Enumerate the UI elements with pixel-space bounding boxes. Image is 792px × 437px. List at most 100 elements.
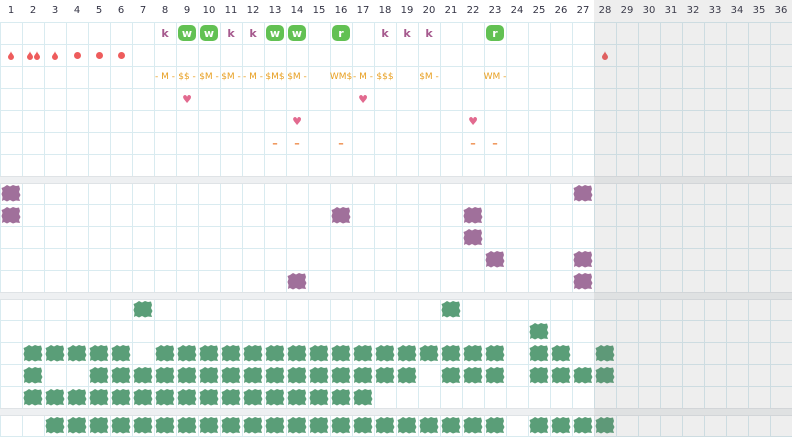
teal-blob[interactable] (132, 364, 154, 386)
teal-blob[interactable] (484, 364, 506, 386)
teal-blob[interactable] (352, 386, 374, 408)
purple-blob[interactable] (462, 204, 484, 226)
teal-blob[interactable] (286, 414, 308, 436)
teal-blob[interactable] (528, 364, 550, 386)
teal-blob[interactable] (198, 364, 220, 386)
teal-blob[interactable] (264, 364, 286, 386)
letter-badge[interactable]: r (330, 22, 352, 44)
purple-blob[interactable] (462, 226, 484, 248)
purple-blob[interactable] (330, 204, 352, 226)
letter-k[interactable]: k (374, 22, 396, 44)
letter-badge[interactable]: r (484, 22, 506, 44)
teal-blob[interactable] (374, 342, 396, 364)
teal-blob[interactable] (220, 364, 242, 386)
letter-badge[interactable]: w (286, 22, 308, 44)
teal-blob[interactable] (154, 386, 176, 408)
teal-blob[interactable] (88, 364, 110, 386)
purple-blob[interactable] (572, 182, 594, 204)
teal-blob[interactable] (176, 364, 198, 386)
teal-blob[interactable] (374, 364, 396, 386)
teal-blob[interactable] (418, 414, 440, 436)
teal-blob[interactable] (594, 342, 616, 364)
teal-blob[interactable] (594, 364, 616, 386)
teal-blob[interactable] (44, 386, 66, 408)
teal-blob[interactable] (440, 342, 462, 364)
teal-blob[interactable] (66, 386, 88, 408)
letter-k[interactable]: k (418, 22, 440, 44)
letter-badge[interactable]: w (264, 22, 286, 44)
teal-blob[interactable] (308, 342, 330, 364)
teal-blob[interactable] (330, 386, 352, 408)
teal-blob[interactable] (286, 386, 308, 408)
teal-blob[interactable] (330, 342, 352, 364)
teal-blob[interactable] (484, 342, 506, 364)
teal-blob[interactable] (88, 386, 110, 408)
letter-badge[interactable]: w (198, 22, 220, 44)
teal-blob[interactable] (528, 342, 550, 364)
teal-blob[interactable] (330, 414, 352, 436)
teal-blob[interactable] (110, 414, 132, 436)
teal-blob[interactable] (66, 342, 88, 364)
teal-blob[interactable] (110, 342, 132, 364)
teal-blob[interactable] (286, 342, 308, 364)
teal-blob[interactable] (286, 364, 308, 386)
purple-blob[interactable] (572, 270, 594, 292)
teal-blob[interactable] (110, 364, 132, 386)
teal-blob[interactable] (440, 364, 462, 386)
teal-blob[interactable] (462, 414, 484, 436)
teal-blob[interactable] (22, 364, 44, 386)
teal-blob[interactable] (396, 342, 418, 364)
teal-blob[interactable] (66, 414, 88, 436)
teal-blob[interactable] (44, 342, 66, 364)
teal-blob[interactable] (176, 386, 198, 408)
purple-blob[interactable] (0, 204, 22, 226)
teal-blob[interactable] (528, 320, 550, 342)
teal-blob[interactable] (396, 364, 418, 386)
purple-blob[interactable] (484, 248, 506, 270)
teal-blob[interactable] (22, 342, 44, 364)
teal-blob[interactable] (572, 364, 594, 386)
teal-blob[interactable] (242, 414, 264, 436)
teal-blob[interactable] (242, 386, 264, 408)
teal-blob[interactable] (550, 364, 572, 386)
teal-blob[interactable] (198, 342, 220, 364)
teal-blob[interactable] (198, 414, 220, 436)
teal-blob[interactable] (308, 386, 330, 408)
letter-k[interactable]: k (154, 22, 176, 44)
teal-blob[interactable] (594, 414, 616, 436)
teal-blob[interactable] (176, 342, 198, 364)
teal-blob[interactable] (440, 414, 462, 436)
teal-blob[interactable] (528, 414, 550, 436)
teal-blob[interactable] (264, 414, 286, 436)
teal-blob[interactable] (22, 386, 44, 408)
teal-blob[interactable] (352, 414, 374, 436)
teal-blob[interactable] (462, 364, 484, 386)
teal-blob[interactable] (550, 414, 572, 436)
teal-blob[interactable] (418, 342, 440, 364)
letter-k[interactable]: k (242, 22, 264, 44)
teal-blob[interactable] (242, 364, 264, 386)
teal-blob[interactable] (154, 414, 176, 436)
teal-blob[interactable] (330, 364, 352, 386)
purple-blob[interactable] (0, 182, 22, 204)
teal-blob[interactable] (132, 386, 154, 408)
teal-blob[interactable] (154, 364, 176, 386)
teal-blob[interactable] (88, 342, 110, 364)
purple-blob[interactable] (286, 270, 308, 292)
teal-blob[interactable] (264, 386, 286, 408)
teal-blob[interactable] (440, 298, 462, 320)
teal-blob[interactable] (44, 414, 66, 436)
teal-blob[interactable] (220, 414, 242, 436)
teal-blob[interactable] (308, 364, 330, 386)
teal-blob[interactable] (352, 364, 374, 386)
teal-blob[interactable] (264, 342, 286, 364)
teal-blob[interactable] (572, 414, 594, 436)
teal-blob[interactable] (308, 414, 330, 436)
teal-blob[interactable] (154, 342, 176, 364)
teal-blob[interactable] (484, 414, 506, 436)
letter-badge[interactable]: w (176, 22, 198, 44)
letter-k[interactable]: k (396, 22, 418, 44)
purple-blob[interactable] (572, 248, 594, 270)
teal-blob[interactable] (110, 386, 132, 408)
teal-blob[interactable] (220, 342, 242, 364)
